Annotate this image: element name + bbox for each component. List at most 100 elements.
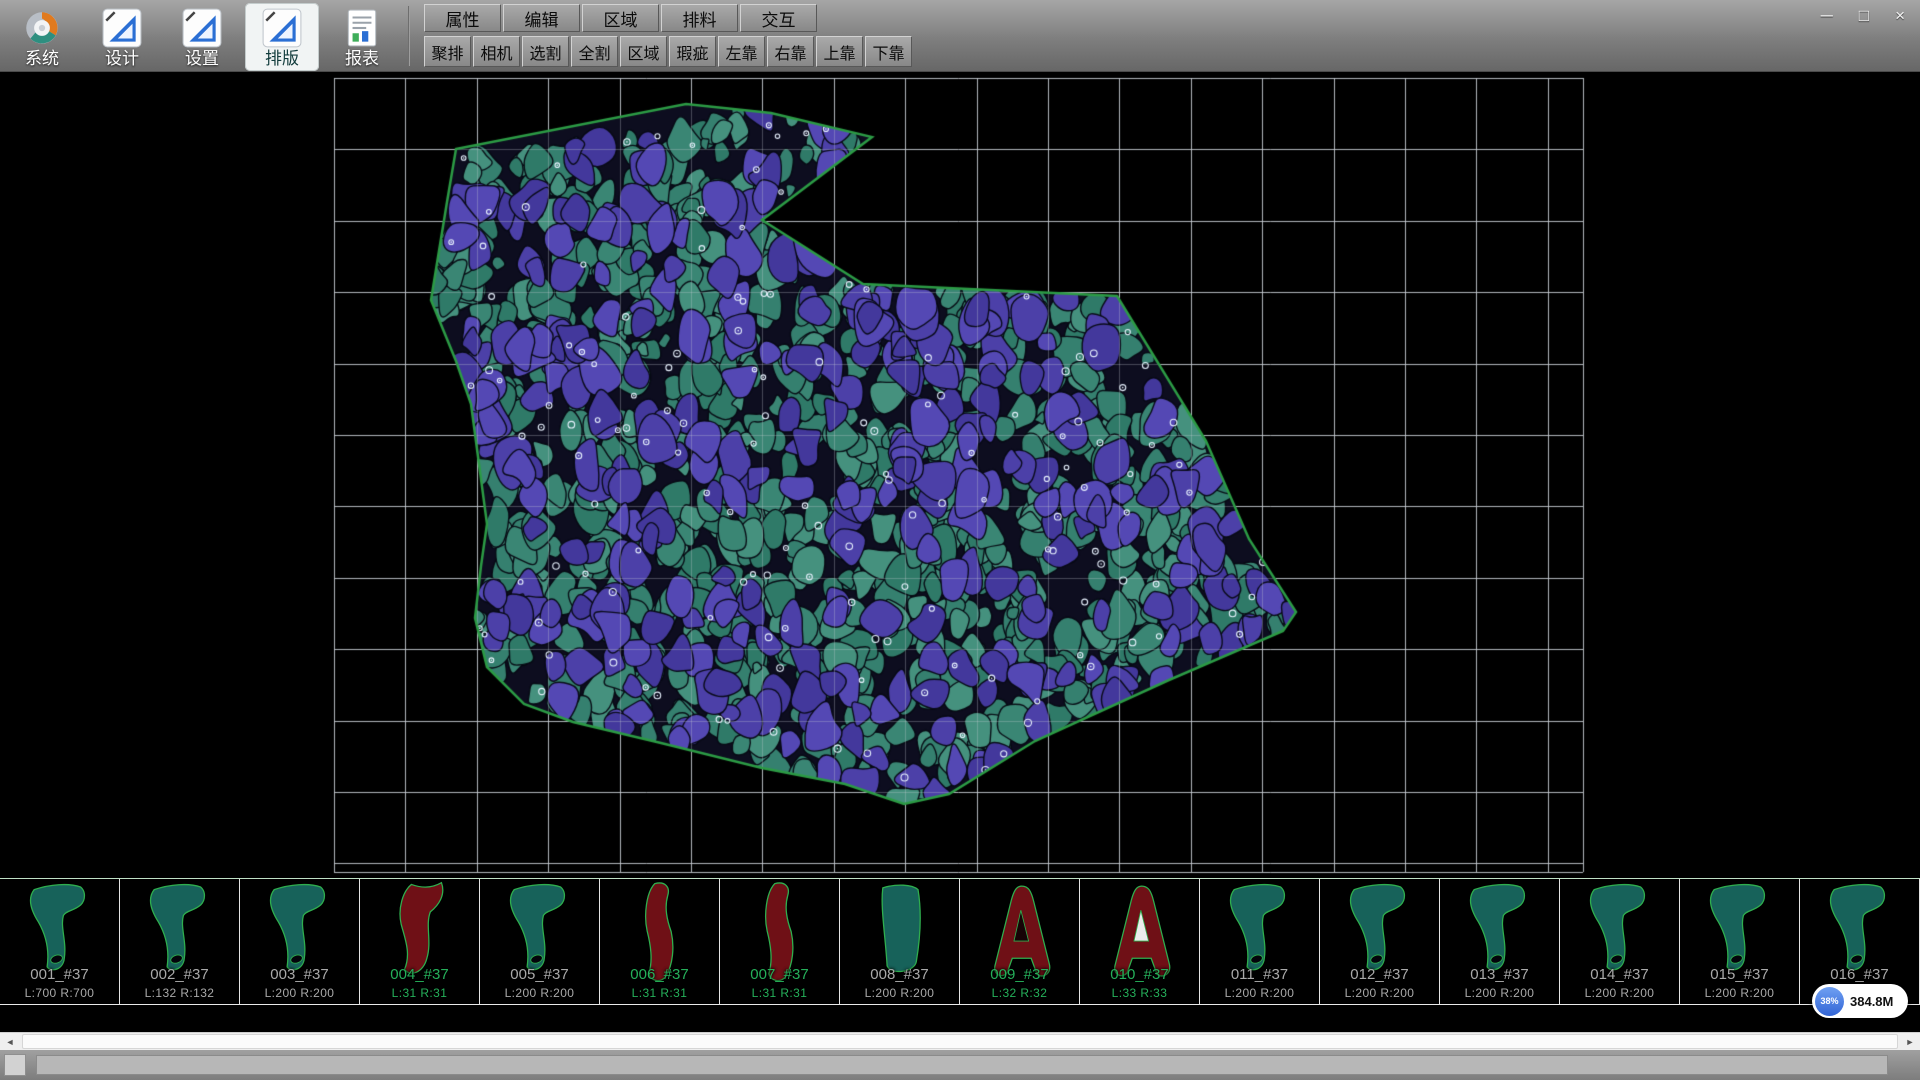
tab-interaction[interactable]: 交互 — [740, 4, 817, 32]
piece-counts: L:200 R:200 — [1560, 986, 1679, 1000]
main-button-design[interactable]: 设计 — [85, 3, 159, 71]
piece-thumbnail-007_#37[interactable]: 007_#37 L:31 R:31 — [720, 879, 840, 1004]
piece-thumbnail-004_#37[interactable]: 004_#37 L:31 R:31 — [360, 879, 480, 1004]
piece-name: 014_#37 — [1560, 966, 1679, 983]
nesting-canvas[interactable] — [0, 72, 1920, 878]
bottom-scrollbar[interactable] — [0, 1050, 1920, 1080]
pieces-panel: 001_#37 L:700 R:700002_#37 L:132 R:132003_… — [0, 878, 1920, 1005]
piece-counts: L:31 R:31 — [600, 986, 719, 1000]
piece-counts: L:200 R:200 — [1680, 986, 1799, 1000]
piece-name: 003_#37 — [240, 966, 359, 983]
piece-counts: L:200 R:200 — [1320, 986, 1439, 1000]
main-button-label: 设置 — [185, 50, 219, 67]
tool-button-align-right[interactable]: 右靠 — [767, 36, 814, 67]
app-window: 系统设计设置排版报表 属性编辑区域排料交互 聚排相机选割全割区域瑕疵左靠右靠上靠… — [0, 0, 1920, 1080]
piece-name: 008_#37 — [840, 966, 959, 983]
piece-thumbnail-006_#37[interactable]: 006_#37 L:31 R:31 — [600, 879, 720, 1004]
main-button-report[interactable]: 报表 — [325, 3, 399, 71]
piece-counts: L:33 R:33 — [1080, 986, 1199, 1000]
piece-counts: L:200 R:200 — [840, 986, 959, 1000]
piece-name: 011_#37 — [1200, 966, 1319, 983]
tool-button-camera[interactable]: 相机 — [473, 36, 520, 67]
piece-thumbnail-011_#37[interactable]: 011_#37 L:200 R:200 — [1200, 879, 1320, 1004]
piece-thumbnail-003_#37[interactable]: 003_#37 L:200 R:200 — [240, 879, 360, 1004]
piece-name: 010_#37 — [1080, 966, 1199, 983]
piece-thumbnail-001_#37[interactable]: 001_#37 L:700 R:700 — [0, 879, 120, 1004]
main-button-label: 排版 — [265, 50, 299, 67]
main-toolbar: 系统设计设置排版报表 属性编辑区域排料交互 聚排相机选割全割区域瑕疵左靠右靠上靠… — [0, 0, 1920, 72]
piece-name: 015_#37 — [1680, 966, 1799, 983]
tool-button-select-cut[interactable]: 选割 — [522, 36, 569, 67]
horizontal-scrollbar[interactable]: ◄ ► — [0, 1032, 1920, 1050]
main-button-system[interactable]: 系统 — [5, 3, 79, 71]
piece-counts: L:31 R:31 — [360, 986, 479, 1000]
progress-circle: 38% — [1815, 987, 1844, 1016]
piece-thumbnail-014_#37[interactable]: 014_#37 L:200 R:200 — [1560, 879, 1680, 1004]
piece-counts: L:700 R:700 — [0, 986, 119, 1000]
piece-thumbnail-008_#37[interactable]: 008_#37 L:200 R:200 — [840, 879, 960, 1004]
tab-edit[interactable]: 编辑 — [503, 4, 580, 32]
piece-thumbnail-009_#37[interactable]: 009_#37 L:32 R:32 — [960, 879, 1080, 1004]
tool-button-align-top[interactable]: 上靠 — [816, 36, 863, 67]
piece-counts: L:32 R:32 — [960, 986, 1079, 1000]
tool-button-defect[interactable]: 瑕疵 — [669, 36, 716, 67]
piece-counts: L:200 R:200 — [480, 986, 599, 1000]
gear-icon — [21, 7, 63, 49]
tool-button-align-bottom[interactable]: 下靠 — [865, 36, 912, 67]
progress-indicator: 38% 384.8M — [1812, 984, 1908, 1018]
main-button-settings[interactable]: 设置 — [165, 3, 239, 71]
piece-counts: L:31 R:31 — [720, 986, 839, 1000]
piece-thumbnail-015_#37[interactable]: 015_#37 L:200 R:200 — [1680, 879, 1800, 1004]
main-button-label: 系统 — [25, 50, 59, 67]
piece-name: 001_#37 — [0, 966, 119, 983]
minimize-button[interactable]: ─ — [1816, 5, 1838, 26]
scroll-left-button[interactable]: ◄ — [0, 1033, 20, 1051]
menu-area: 属性编辑区域排料交互 聚排相机选割全割区域瑕疵左靠右靠上靠下靠 — [424, 0, 912, 67]
main-button-label: 设计 — [105, 50, 139, 67]
ruler-icon — [181, 7, 223, 49]
piece-thumbnail-013_#37[interactable]: 013_#37 L:200 R:200 — [1440, 879, 1560, 1004]
piece-thumbnail-012_#37[interactable]: 012_#37 L:200 R:200 — [1320, 879, 1440, 1004]
tab-properties[interactable]: 属性 — [424, 4, 501, 32]
main-buttons-group: 系统 设计 设置 排版 报表 — [0, 0, 404, 74]
tool-button-cut-all[interactable]: 全割 — [571, 36, 618, 67]
piece-name: 002_#37 — [120, 966, 239, 983]
memory-usage: 384.8M — [1850, 994, 1893, 1009]
piece-name: 013_#37 — [1440, 966, 1559, 983]
scrollbar-thumb[interactable] — [22, 1034, 1898, 1049]
piece-name: 009_#37 — [960, 966, 1079, 983]
toolbar-divider — [408, 6, 410, 66]
tool-button-area[interactable]: 区域 — [620, 36, 667, 67]
main-button-label: 报表 — [345, 50, 379, 67]
window-controls: ─ □ × — [1816, 5, 1910, 26]
piece-counts: L:200 R:200 — [1200, 986, 1319, 1000]
piece-thumbnail-002_#37[interactable]: 002_#37 L:132 R:132 — [120, 879, 240, 1004]
scroll-right-button[interactable]: ► — [1900, 1033, 1920, 1051]
piece-name: 007_#37 — [720, 966, 839, 983]
close-button[interactable]: × — [1890, 5, 1910, 26]
piece-counts: L:132 R:132 — [120, 986, 239, 1000]
piece-counts: L:200 R:200 — [240, 986, 359, 1000]
piece-counts: L:200 R:200 — [1440, 986, 1559, 1000]
piece-thumbnail-010_#37[interactable]: 010_#37 L:33 R:33 — [1080, 879, 1200, 1004]
tab-nesting[interactable]: 排料 — [661, 4, 738, 32]
tool-button-row: 聚排相机选割全割区域瑕疵左靠右靠上靠下靠 — [424, 36, 912, 67]
piece-name: 006_#37 — [600, 966, 719, 983]
progress-percent: 38% — [1820, 996, 1838, 1006]
report-icon — [341, 7, 383, 49]
tool-button-align-left[interactable]: 左靠 — [718, 36, 765, 67]
ruler-icon — [101, 7, 143, 49]
tab-region[interactable]: 区域 — [582, 4, 659, 32]
piece-name: 012_#37 — [1320, 966, 1439, 983]
menu-tab-row: 属性编辑区域排料交互 — [424, 4, 912, 32]
bottom-scroll-thumb[interactable] — [36, 1055, 1888, 1075]
maximize-button[interactable]: □ — [1854, 5, 1874, 26]
piece-name: 004_#37 — [360, 966, 479, 983]
main-button-layout[interactable]: 排版 — [245, 3, 319, 71]
bottom-scroll-button[interactable] — [4, 1054, 26, 1076]
piece-name: 005_#37 — [480, 966, 599, 983]
ruler-icon — [261, 7, 303, 49]
piece-name: 016_#37 — [1800, 966, 1919, 983]
tool-button-cluster-nest[interactable]: 聚排 — [424, 36, 471, 67]
piece-thumbnail-005_#37[interactable]: 005_#37 L:200 R:200 — [480, 879, 600, 1004]
